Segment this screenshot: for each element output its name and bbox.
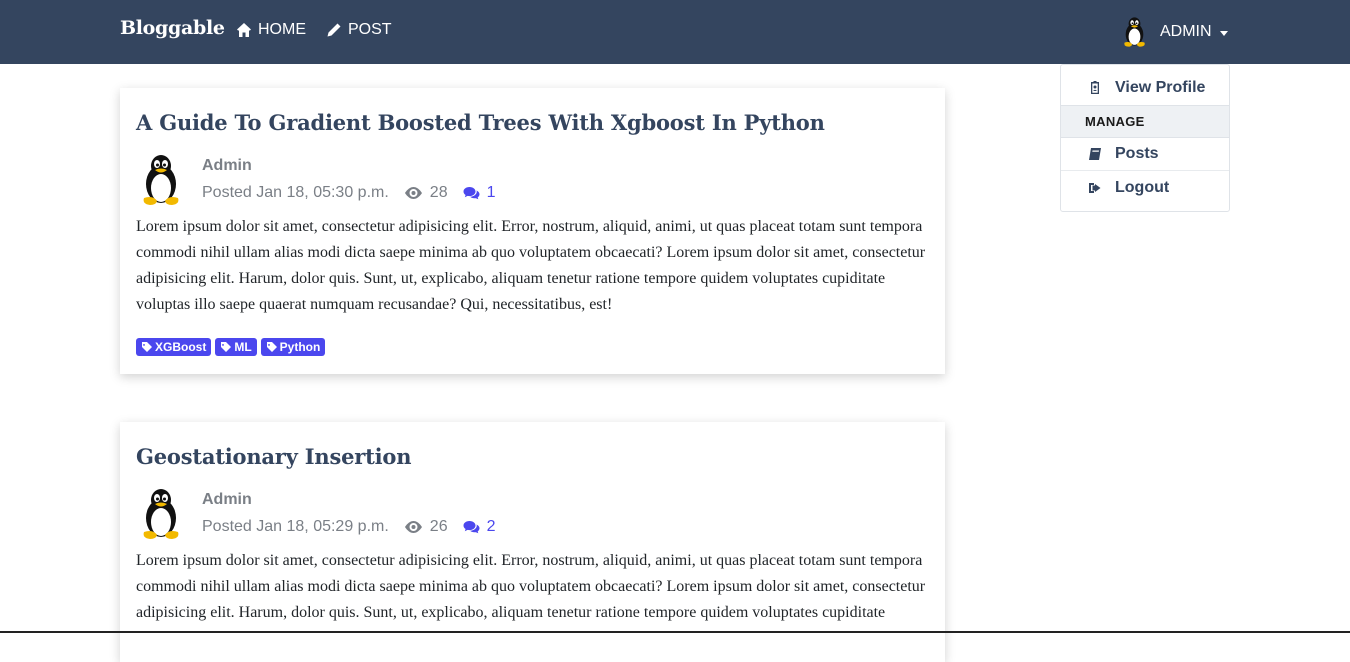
post-excerpt: Lorem ipsum dolor sit amet, consectetur … <box>136 552 926 621</box>
user-avatar <box>1121 16 1148 48</box>
eye-icon <box>404 187 422 199</box>
post-meta: Posted Jan 18, 05:29 p.m. 26 2 <box>202 518 496 536</box>
eye-icon <box>404 521 422 533</box>
comments-icon <box>463 187 480 200</box>
user-menu-toggle[interactable]: ADMIN <box>1121 16 1228 48</box>
view-count: 28 <box>404 184 448 202</box>
tag-label: XGBoost <box>155 340 207 354</box>
tag-icon <box>221 342 232 352</box>
post-excerpt: Lorem ipsum dolor sit amet, consectetur … <box>136 218 926 313</box>
user-dropdown-menu: View Profile MANAGE Posts Logout <box>1060 64 1230 212</box>
view-count-value: 26 <box>429 518 448 535</box>
comment-count[interactable]: 1 <box>463 184 496 202</box>
view-profile-label: View Profile <box>1115 78 1206 96</box>
post-author[interactable]: Admin <box>202 157 252 175</box>
nav-home-link[interactable]: HOME <box>236 21 306 39</box>
post-card: A Guide To Gradient Boosted Trees With X… <box>120 88 945 374</box>
post-date: Posted Jan 18, 05:30 p.m. <box>202 184 389 201</box>
post-title[interactable]: A Guide To Gradient Boosted Trees With X… <box>136 110 825 135</box>
author-avatar <box>138 488 184 540</box>
tag-icon <box>142 342 152 352</box>
view-count: 26 <box>404 518 448 536</box>
nav-post-label: POST <box>348 21 392 38</box>
tag-icon <box>266 342 277 352</box>
tag-label: Python <box>279 340 321 354</box>
top-navbar: Bloggable HOME POST ADMIN <box>0 0 1350 64</box>
posts-menu-label: Posts <box>1115 145 1159 162</box>
posts-menu-item[interactable]: Posts <box>1061 138 1229 171</box>
comments-icon <box>463 521 480 534</box>
id-badge-icon <box>1091 80 1099 94</box>
nav-home-label: HOME <box>258 21 306 38</box>
post-date: Posted Jan 18, 05:29 p.m. <box>202 518 389 535</box>
comment-count-value: 1 <box>486 184 496 201</box>
pencil-icon <box>327 23 341 37</box>
brand-logo[interactable]: Bloggable <box>120 17 225 39</box>
tag-badge[interactable]: Python <box>260 338 326 356</box>
tag-label: ML <box>234 340 252 354</box>
user-name-label: ADMIN <box>1160 23 1212 40</box>
post-card: Geostationary Insertion Admin Posted Jan… <box>120 422 945 662</box>
caret-down-icon <box>1219 30 1228 36</box>
author-avatar <box>138 154 184 206</box>
view-profile-menu-item[interactable]: View Profile <box>1061 71 1229 104</box>
post-meta: Posted Jan 18, 05:30 p.m. 28 1 <box>202 184 496 202</box>
logout-menu-item[interactable]: Logout <box>1061 171 1229 204</box>
tag-badge[interactable]: ML <box>215 338 257 356</box>
post-author[interactable]: Admin <box>202 491 252 509</box>
comment-count-value: 2 <box>486 518 496 535</box>
manage-section-header: MANAGE <box>1061 105 1229 138</box>
nav-post-link[interactable]: POST <box>326 21 392 39</box>
logout-menu-label: Logout <box>1115 178 1170 196</box>
view-count-value: 28 <box>429 184 448 201</box>
book-icon <box>1089 148 1101 160</box>
sign-out-icon <box>1089 182 1101 193</box>
post-title[interactable]: Geostationary Insertion <box>136 444 411 469</box>
post-tags: XGBoost ML Python <box>136 338 326 356</box>
comment-count[interactable]: 2 <box>463 518 496 536</box>
tag-badge[interactable]: XGBoost <box>136 338 212 356</box>
home-icon <box>237 23 251 37</box>
